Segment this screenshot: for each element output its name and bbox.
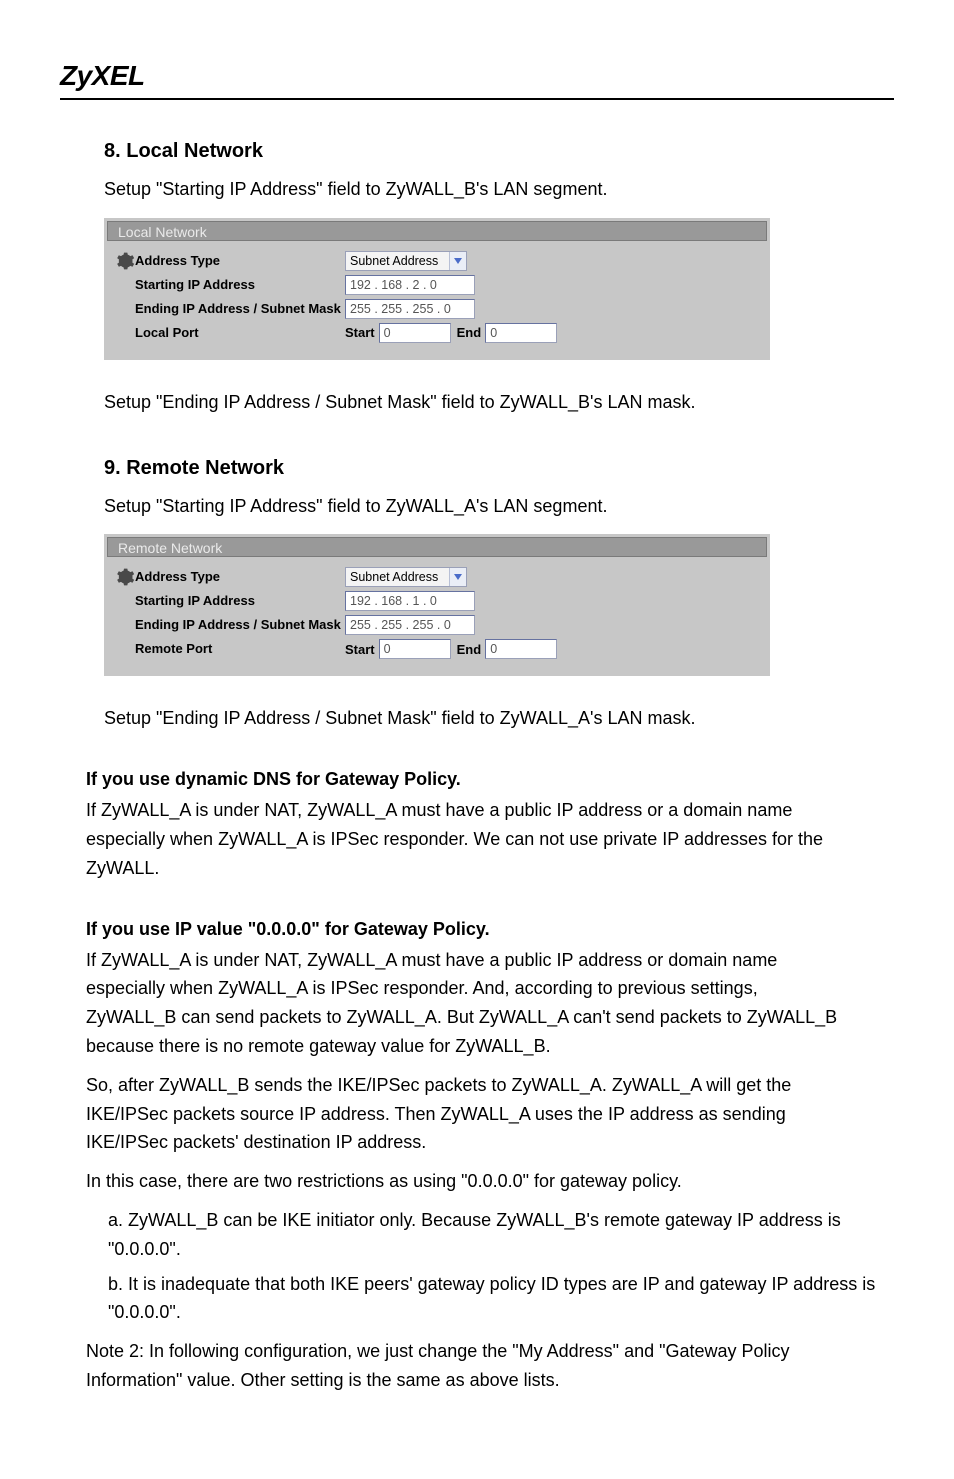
remote-ending-ip-input[interactable]: 255 . 255 . 255 . 0 xyxy=(345,615,475,635)
section-title-local: 8. Local Network xyxy=(104,140,894,163)
guidance-para-4: In this case, there are two restrictions… xyxy=(86,1167,846,1196)
remote-panel-header: Remote Network xyxy=(107,537,767,557)
remote-address-type-select[interactable]: Subnet Address xyxy=(345,567,467,587)
guidance-para-2: If ZyWALL_A is under NAT, ZyWALL_A must … xyxy=(86,946,846,1061)
label-end: End xyxy=(451,325,486,340)
guidance-list: a. ZyWALL_B can be IKE initiator only. B… xyxy=(86,1206,894,1327)
remote-port-end-input[interactable]: 0 xyxy=(485,639,557,659)
guidance-heading-1: If you use dynamic DNS for Gateway Polic… xyxy=(86,769,894,790)
label-starting-ip: Starting IP Address xyxy=(135,275,345,292)
label-address-type: Address Type xyxy=(135,567,345,584)
section-title-remote: 9. Remote Network xyxy=(104,457,894,480)
label-start: Start xyxy=(345,642,379,657)
local-address-type-select[interactable]: Subnet Address xyxy=(345,251,467,271)
label-end: End xyxy=(451,642,486,657)
label-ending-ip-mask: Ending IP Address / Subnet Mask xyxy=(135,299,345,316)
list-item: b. It is inadequate that both IKE peers'… xyxy=(108,1270,894,1328)
remote-network-panel: Remote Network Address Type Subnet Addre… xyxy=(104,534,770,676)
label-ending-ip-mask: Ending IP Address / Subnet Mask xyxy=(135,615,345,632)
remote-after-text: Setup "Ending IP Address / Subnet Mask" … xyxy=(104,704,844,733)
guidance-note: Note 2: In following configuration, we j… xyxy=(86,1337,846,1395)
select-value: Subnet Address xyxy=(346,570,449,584)
label-start: Start xyxy=(345,325,379,340)
gear-icon xyxy=(115,567,135,587)
chevron-down-icon xyxy=(449,252,466,270)
local-after-text: Setup "Ending IP Address / Subnet Mask" … xyxy=(104,388,844,417)
header-rule xyxy=(60,98,894,100)
local-intro: Setup "Starting IP Address" field to ZyW… xyxy=(104,175,844,204)
local-panel-header: Local Network xyxy=(107,221,767,241)
remote-starting-ip-input[interactable]: 192 . 168 . 1 . 0 xyxy=(345,591,475,611)
label-address-type: Address Type xyxy=(135,251,345,268)
local-starting-ip-input[interactable]: 192 . 168 . 2 . 0 xyxy=(345,275,475,295)
local-ending-ip-row: Ending IP Address / Subnet Mask 255 . 25… xyxy=(115,299,759,319)
chevron-down-icon xyxy=(449,568,466,586)
remote-starting-ip-row: Starting IP Address 192 . 168 . 1 . 0 xyxy=(115,591,759,611)
local-address-type-row: Address Type Subnet Address xyxy=(115,251,759,271)
brand-logo: ZyXEL xyxy=(60,60,894,92)
local-ending-ip-input[interactable]: 255 . 255 . 255 . 0 xyxy=(345,299,475,319)
local-network-panel: Local Network Address Type Subnet Addres… xyxy=(104,218,770,360)
remote-address-type-row: Address Type Subnet Address xyxy=(115,567,759,587)
remote-intro: Setup "Starting IP Address" field to ZyW… xyxy=(104,492,844,521)
label-starting-ip: Starting IP Address xyxy=(135,591,345,608)
local-starting-ip-row: Starting IP Address 192 . 168 . 2 . 0 xyxy=(115,275,759,295)
remote-port-start-input[interactable]: 0 xyxy=(379,639,451,659)
guidance-para-3: So, after ZyWALL_B sends the IKE/IPSec p… xyxy=(86,1071,846,1157)
guidance-heading-2: If you use IP value "0.0.0.0" for Gatewa… xyxy=(86,919,894,940)
list-item: a. ZyWALL_B can be IKE initiator only. B… xyxy=(108,1206,894,1264)
label-local-port: Local Port xyxy=(135,323,345,340)
select-value: Subnet Address xyxy=(346,254,449,268)
guidance-para-1: If ZyWALL_A is under NAT, ZyWALL_A must … xyxy=(86,796,846,882)
gear-icon xyxy=(115,251,135,271)
local-port-end-input[interactable]: 0 xyxy=(485,323,557,343)
local-port-row: Local Port Start 0 End 0 xyxy=(115,323,759,343)
remote-ending-ip-row: Ending IP Address / Subnet Mask 255 . 25… xyxy=(115,615,759,635)
local-port-start-input[interactable]: 0 xyxy=(379,323,451,343)
remote-port-row: Remote Port Start 0 End 0 xyxy=(115,639,759,659)
label-remote-port: Remote Port xyxy=(135,639,345,656)
